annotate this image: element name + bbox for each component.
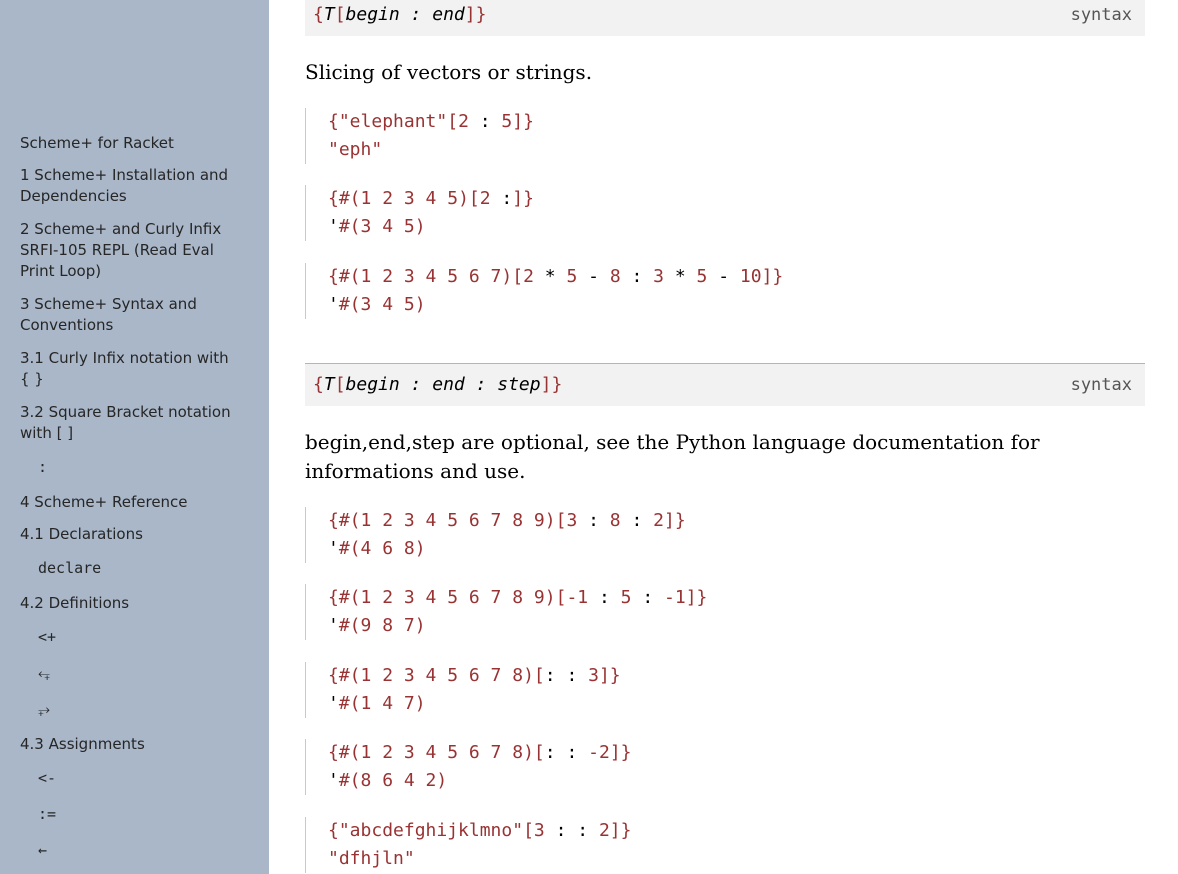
toc-item-definitions[interactable]: 4.2 Definitions <box>20 593 242 614</box>
toc-item-declarations[interactable]: 4.1 Declarations <box>20 524 242 545</box>
syntax-box-slice: {T[begin : end]} syntax <box>305 0 1145 36</box>
example-output: '#(1 4 7) <box>328 693 426 714</box>
example-input: {#(1 2 3 4 5 6 7)[2 * 5 - 8 : 3 * 5 - 10… <box>328 266 784 287</box>
main-content: {T[begin : end]} syntax Slicing of vecto… <box>305 0 1145 874</box>
syntax-var-t: T <box>323 4 335 25</box>
example-2: {#(1 2 3 4 5)[2 :]} '#(3 4 5) <box>305 185 1158 241</box>
open-brace: { <box>313 374 324 395</box>
example-output: "dfhjln" <box>328 848 415 869</box>
example-output: '#(8 6 4 2) <box>328 770 448 791</box>
toc-item-curly-infix[interactable]: 3.1 Curly Infix notation with { } <box>20 348 242 390</box>
close-brace: } <box>551 374 563 395</box>
example-input: {#(1 2 3 4 5 6 7 8 9)[-1 : 5 : -1]} <box>328 587 708 608</box>
example-3: {#(1 2 3 4 5 6 7)[2 * 5 - 8 : 3 * 5 - 10… <box>305 263 1158 319</box>
example-output: "eph" <box>328 139 383 160</box>
example-output: '#(9 8 7) <box>328 615 426 636</box>
toc-item-installation[interactable]: 1 Scheme+ Installation and Dependencies <box>20 165 242 207</box>
open-bracket: [ <box>334 4 346 25</box>
example-7: {#(1 2 3 4 5 6 7 8)[: : -2]} '#(8 6 4 2) <box>305 739 1158 795</box>
syntax-form: {T[begin : end]} <box>313 0 486 36</box>
toc-title-link[interactable]: Scheme+ for Racket <box>20 133 242 154</box>
toc-item-assign-left-arrow[interactable]: ← <box>38 841 47 859</box>
sidebar-toc: Scheme+ for Racket 1 Scheme+ Installatio… <box>0 0 269 874</box>
example-input: {"elephant"[2 : 5]} <box>328 111 534 132</box>
syntax-args: begin : end : step <box>345 374 541 395</box>
example-output: '#(3 4 5) <box>328 294 426 315</box>
toc-item-reference[interactable]: 4 Scheme+ Reference <box>20 492 242 513</box>
toc-item-square-bracket[interactable]: 3.2 Square Bracket notation with [ ] <box>20 402 242 444</box>
toc-item-colon[interactable]: : <box>38 458 47 476</box>
syntax-args: begin : end <box>345 4 465 25</box>
close-brace: } <box>475 4 487 25</box>
syntax-var-t: T <box>323 374 335 395</box>
example-1: {"elephant"[2 : 5]} "eph" <box>305 108 1158 164</box>
slicing-description: Slicing of vectors or strings. <box>305 60 593 84</box>
toc-item-assign-colon-equals[interactable]: := <box>38 805 56 823</box>
syntax-kind-label: syntax <box>1070 5 1132 25</box>
example-input: {#(1 2 3 4 5)[2 :]} <box>328 188 534 209</box>
close-bracket: ] <box>464 4 476 25</box>
example-input: {#(1 2 3 4 5 6 7 8)[: : 3]} <box>328 665 621 686</box>
example-8: {"abcdefghijklmno"[3 : : 2]} "dfhjln" <box>305 817 1158 873</box>
close-bracket: ] <box>540 374 552 395</box>
step-description: begin,end,step are optional, see the Pyt… <box>305 430 1040 483</box>
toc-item-define-plus[interactable]: <+ <box>38 628 56 646</box>
open-bracket: [ <box>334 374 346 395</box>
example-input: {#(1 2 3 4 5 6 7 8 9)[3 : 8 : 2]} <box>328 510 686 531</box>
toc-item-repl[interactable]: 2 Scheme+ and Curly Infix SRFI-105 REPL … <box>20 219 242 282</box>
example-5: {#(1 2 3 4 5 6 7 8 9)[-1 : 5 : -1]} '#(9… <box>305 584 1158 640</box>
syntax-box-slice-step: {T[begin : end : step]} syntax <box>305 363 1145 406</box>
toc-item-assign-arrow[interactable]: <- <box>38 769 56 787</box>
example-output: '#(4 6 8) <box>328 538 426 559</box>
syntax-kind-label: syntax <box>1070 375 1132 395</box>
toc-item-define-arrow-left[interactable]: ⥆ <box>38 664 50 682</box>
toc-item-syntax-conventions[interactable]: 3 Scheme+ Syntax and Conventions <box>20 294 242 336</box>
toc-item-declare[interactable]: declare <box>38 559 101 577</box>
example-6: {#(1 2 3 4 5 6 7 8)[: : 3]} '#(1 4 7) <box>305 662 1158 718</box>
example-4: {#(1 2 3 4 5 6 7 8 9)[3 : 8 : 2]} '#(4 6… <box>305 507 1158 563</box>
toc-item-define-arrow-right[interactable]: ⥅ <box>38 700 50 718</box>
toc-item-assignments[interactable]: 4.3 Assignments <box>20 734 242 755</box>
example-input: {#(1 2 3 4 5 6 7 8)[: : -2]} <box>328 742 632 763</box>
syntax-form: {T[begin : end : step]} <box>313 364 562 406</box>
open-brace: { <box>313 4 324 25</box>
example-output: '#(3 4 5) <box>328 216 426 237</box>
example-input: {"abcdefghijklmno"[3 : : 2]} <box>328 820 632 841</box>
